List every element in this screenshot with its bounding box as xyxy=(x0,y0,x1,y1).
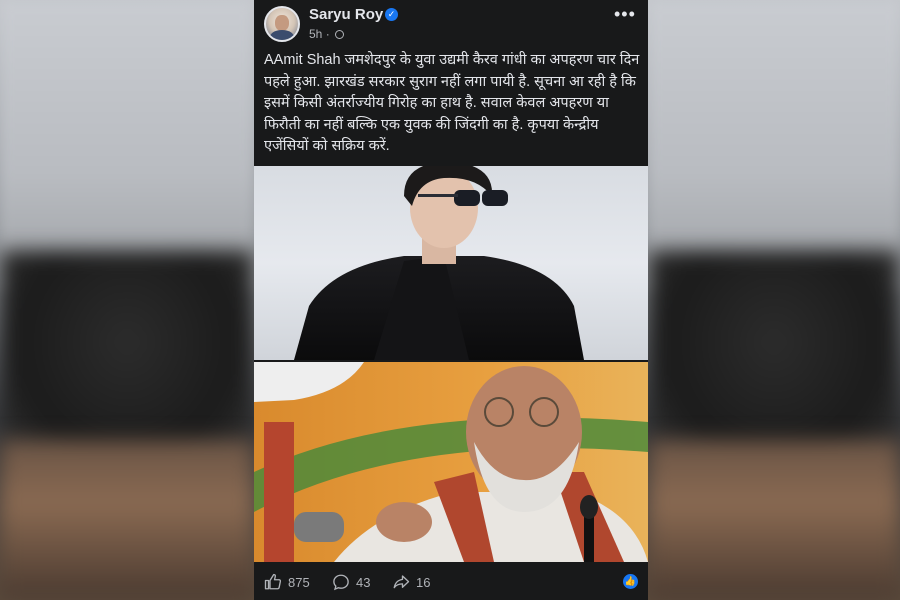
post-header: Saryu Roy ✓ 5h · ••• xyxy=(254,0,648,48)
share-action[interactable]: 16 xyxy=(392,573,430,591)
thumbs-up-icon xyxy=(264,573,282,590)
post-photo-man-sunglasses[interactable] xyxy=(254,166,648,360)
avatar[interactable] xyxy=(264,6,300,42)
like-action[interactable]: 875 xyxy=(264,573,310,591)
comment-icon xyxy=(333,574,349,591)
globe-icon xyxy=(335,30,345,39)
photo-illustration xyxy=(294,166,584,360)
author-name[interactable]: Saryu Roy xyxy=(309,6,383,23)
post-text: AAmit Shah जमशेदपुर के युवा उद्यमी कैरव … xyxy=(264,52,640,154)
photo-illustration xyxy=(254,362,648,562)
verified-badge-icon: ✓ xyxy=(385,8,398,21)
post-time[interactable]: 5h xyxy=(309,27,322,41)
post-photo-politician[interactable] xyxy=(254,362,648,562)
like-count: 875 xyxy=(288,575,310,590)
background-blur-left xyxy=(0,0,254,600)
comment-count: 43 xyxy=(356,575,371,590)
post-actions-bar: 875 43 16 👍 xyxy=(254,562,648,600)
like-reaction-icon[interactable]: 👍 xyxy=(623,574,638,589)
more-dots-icon[interactable]: ••• xyxy=(614,4,636,25)
background-blur-right xyxy=(648,0,900,600)
post-meta: 5h · xyxy=(309,27,345,41)
share-count: 16 xyxy=(416,575,431,590)
share-icon xyxy=(393,575,410,589)
comment-action[interactable]: 43 xyxy=(332,573,370,591)
facebook-post: Saryu Roy ✓ 5h · ••• AAmit Shah जमशेदपुर… xyxy=(254,0,648,600)
